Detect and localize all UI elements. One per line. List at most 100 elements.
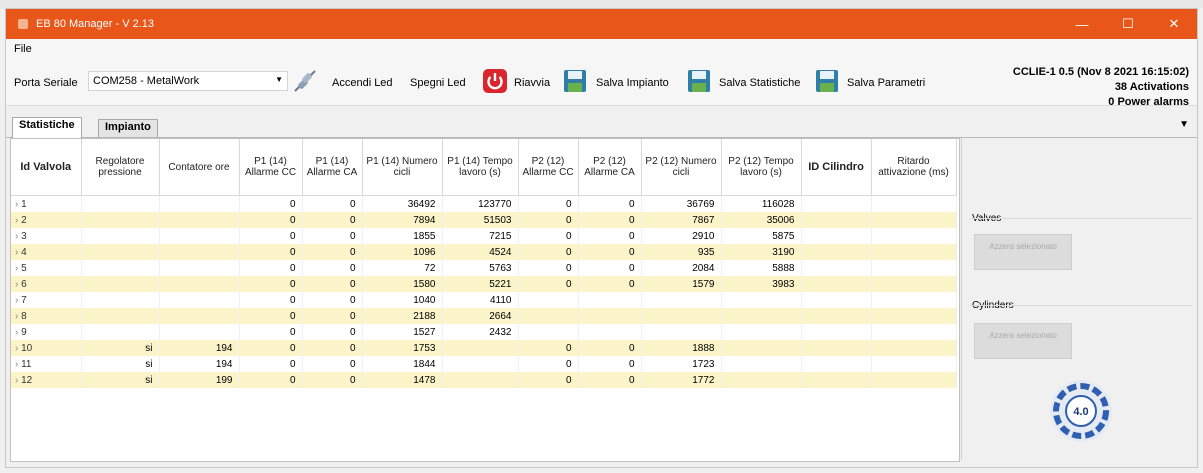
riavvia-button[interactable]: Riavvia	[514, 77, 550, 89]
table-cell[interactable]	[801, 308, 872, 324]
table-cell[interactable]: 0	[578, 356, 642, 372]
row-expand-cell[interactable]: › 11	[11, 356, 82, 372]
column-header[interactable]: P2 (12) Tempo lavoro (s)	[721, 139, 802, 196]
table-cell[interactable]: 0	[239, 324, 303, 340]
table-cell[interactable]	[518, 324, 579, 340]
table-cell[interactable]	[159, 308, 240, 324]
table-cell[interactable]: 0	[302, 260, 363, 276]
table-cell[interactable]: 1579	[641, 276, 722, 292]
table-cell[interactable]	[871, 340, 957, 356]
table-cell[interactable]: 0	[302, 324, 363, 340]
table-cell[interactable]: 1478	[362, 372, 443, 388]
table-cell[interactable]	[801, 372, 872, 388]
column-header[interactable]: P1 (14) Allarme CC	[239, 139, 303, 196]
row-expand-cell[interactable]: › 7	[11, 292, 82, 308]
table-row[interactable]: › 1 0 0 36492 123770 0 0 36769 116028	[11, 195, 957, 212]
table-cell[interactable]: 0	[239, 292, 303, 308]
table-cell[interactable]	[518, 292, 579, 308]
table-row[interactable]: › 11 si 194 0 0 1844 0 0 1723	[11, 356, 957, 372]
table-cell[interactable]: 5888	[721, 260, 802, 276]
row-expand-cell[interactable]: › 3	[11, 228, 82, 244]
column-header[interactable]: Regolatore pressione	[81, 139, 160, 196]
table-cell[interactable]: 2188	[362, 308, 443, 324]
row-expand-cell[interactable]: › 8	[11, 308, 82, 324]
table-cell[interactable]: 36492	[362, 195, 443, 212]
column-header[interactable]: Id Valvola	[11, 139, 82, 196]
spegni-led-button[interactable]: Spegni Led	[410, 77, 466, 89]
row-expand-cell[interactable]: › 1	[11, 195, 82, 212]
table-cell[interactable]	[801, 276, 872, 292]
table-cell[interactable]	[871, 356, 957, 372]
row-expand-cell[interactable]: › 10	[11, 340, 82, 356]
table-cell[interactable]: 3190	[721, 244, 802, 260]
table-row[interactable]: › 12 si 199 0 0 1478 0 0 1772	[11, 372, 957, 388]
table-cell[interactable]	[81, 308, 160, 324]
row-expand-cell[interactable]: › 4	[11, 244, 82, 260]
table-row[interactable]: › 9 0 0 1527 2432	[11, 324, 957, 340]
table-cell[interactable]: 0	[239, 356, 303, 372]
table-cell[interactable]: 194	[159, 356, 240, 372]
close-button[interactable]: ✕	[1151, 9, 1197, 39]
table-cell[interactable]	[801, 228, 872, 244]
table-cell[interactable]: 0	[518, 340, 579, 356]
table-cell[interactable]: 2910	[641, 228, 722, 244]
table-cell[interactable]: 116028	[721, 195, 802, 212]
table-cell[interactable]	[159, 228, 240, 244]
table-cell[interactable]	[578, 292, 642, 308]
table-cell[interactable]	[801, 212, 872, 228]
table-cell[interactable]: 0	[302, 356, 363, 372]
table-cell[interactable]	[81, 244, 160, 260]
table-cell[interactable]	[721, 308, 802, 324]
table-cell[interactable]	[159, 244, 240, 260]
plug-icon[interactable]	[292, 68, 318, 94]
salva-statistiche-button[interactable]: Salva Statistiche	[719, 77, 800, 89]
table-cell[interactable]	[871, 372, 957, 388]
table-cell[interactable]: 1723	[641, 356, 722, 372]
row-expand-cell[interactable]: › 12	[11, 372, 82, 388]
table-cell[interactable]	[801, 292, 872, 308]
table-cell[interactable]	[159, 292, 240, 308]
table-cell[interactable]	[871, 212, 957, 228]
column-header[interactable]: ID Cilindro	[801, 139, 872, 196]
azzera-valves-button[interactable]: Azzera selezionato	[974, 234, 1072, 270]
row-expand-cell[interactable]: › 6	[11, 276, 82, 292]
table-cell[interactable]: si	[81, 340, 160, 356]
column-header[interactable]: P2 (12) Numero cicli	[641, 139, 722, 196]
table-row[interactable]: › 8 0 0 2188 2664	[11, 308, 957, 324]
table-cell[interactable]: 72	[362, 260, 443, 276]
table-cell[interactable]	[801, 260, 872, 276]
table-cell[interactable]	[801, 340, 872, 356]
table-cell[interactable]	[871, 324, 957, 340]
table-cell[interactable]: 1844	[362, 356, 443, 372]
row-expand-cell[interactable]: › 2	[11, 212, 82, 228]
table-cell[interactable]	[721, 292, 802, 308]
table-cell[interactable]: 199	[159, 372, 240, 388]
table-cell[interactable]: 0	[302, 228, 363, 244]
table-cell[interactable]	[871, 276, 957, 292]
table-cell[interactable]: 7867	[641, 212, 722, 228]
table-cell[interactable]: 0	[578, 276, 642, 292]
table-cell[interactable]: 0	[239, 212, 303, 228]
table-cell[interactable]: 0	[302, 340, 363, 356]
column-header[interactable]: P1 (14) Numero cicli	[362, 139, 443, 196]
accendi-led-button[interactable]: Accendi Led	[332, 77, 393, 89]
table-cell[interactable]	[871, 260, 957, 276]
table-cell[interactable]: 0	[302, 308, 363, 324]
table-cell[interactable]	[721, 372, 802, 388]
table-cell[interactable]: 0	[578, 372, 642, 388]
row-expand-cell[interactable]: › 5	[11, 260, 82, 276]
table-cell[interactable]: 0	[239, 260, 303, 276]
tab-statistiche[interactable]: Statistiche	[12, 117, 82, 138]
table-cell[interactable]	[159, 324, 240, 340]
table-cell[interactable]: 0	[239, 276, 303, 292]
table-cell[interactable]: 4110	[442, 292, 519, 308]
table-cell[interactable]: 0	[302, 372, 363, 388]
table-cell[interactable]: 7894	[362, 212, 443, 228]
table-cell[interactable]	[81, 195, 160, 212]
table-cell[interactable]	[81, 276, 160, 292]
table-cell[interactable]	[641, 292, 722, 308]
table-cell[interactable]: 1580	[362, 276, 443, 292]
save-icon[interactable]	[562, 68, 588, 94]
table-cell[interactable]: 2432	[442, 324, 519, 340]
table-cell[interactable]	[81, 324, 160, 340]
